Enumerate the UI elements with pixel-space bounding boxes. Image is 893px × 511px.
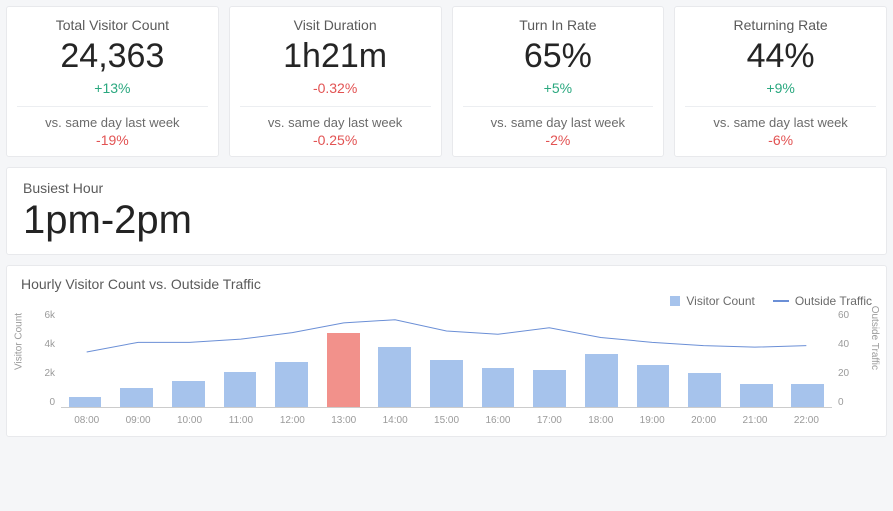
xtick: 12:00 [267, 415, 318, 426]
stat-value: 65% [463, 37, 654, 76]
ytick: 2k [37, 368, 55, 379]
ytick: 60 [838, 310, 856, 321]
x-ticks: 08:0009:0010:0011:0012:0013:0014:0015:00… [61, 415, 832, 426]
stat-card-visit-duration: Visit Duration 1h21m -0.32% vs. same day… [229, 6, 442, 157]
stat-delta: +5% [463, 80, 654, 96]
xtick: 11:00 [215, 415, 266, 426]
chart-card: Hourly Visitor Count vs. Outside Traffic… [6, 265, 887, 437]
y-axis-label-right: Outside Traffic [869, 306, 880, 370]
ytick: 0 [838, 397, 856, 408]
stat-card-turn-in-rate: Turn In Rate 65% +5% vs. same day last w… [452, 6, 665, 157]
ytick: 20 [838, 368, 856, 379]
xtick: 17:00 [524, 415, 575, 426]
compare-delta: -0.25% [240, 132, 431, 148]
stat-delta: +13% [17, 80, 208, 96]
xtick: 21:00 [729, 415, 780, 426]
stat-delta: -0.32% [240, 80, 431, 96]
chart-title: Hourly Visitor Count vs. Outside Traffic [21, 276, 872, 292]
line-overlay [61, 310, 832, 407]
compare-label: vs. same day last week [463, 106, 654, 130]
compare-label: vs. same day last week [685, 106, 876, 130]
legend-label: Outside Traffic [795, 294, 872, 308]
xtick: 22:00 [781, 415, 832, 426]
xtick: 20:00 [678, 415, 729, 426]
busiest-value: 1pm-2pm [23, 196, 870, 244]
stat-card-returning-rate: Returning Rate 44% +9% vs. same day last… [674, 6, 887, 157]
busiest-title: Busiest Hour [23, 180, 870, 196]
ytick: 4k [37, 339, 55, 350]
compare-delta: -19% [17, 132, 208, 148]
ytick: 0 [37, 397, 55, 408]
chart-legend: Visitor Count Outside Traffic [21, 294, 872, 308]
y-axis-label-left: Visitor Count [14, 313, 25, 370]
line-icon [773, 300, 789, 302]
xtick: 19:00 [626, 415, 677, 426]
chart-area: Visitor Count Outside Traffic 6k 4k 2k 0… [21, 310, 872, 430]
xtick: 09:00 [112, 415, 163, 426]
compare-label: vs. same day last week [240, 106, 431, 130]
stat-card-total-visitor: Total Visitor Count 24,363 +13% vs. same… [6, 6, 219, 157]
xtick: 18:00 [575, 415, 626, 426]
stats-row: Total Visitor Count 24,363 +13% vs. same… [6, 6, 887, 157]
legend-item-line: Outside Traffic [773, 294, 872, 308]
xtick: 16:00 [472, 415, 523, 426]
ytick: 6k [37, 310, 55, 321]
ytick: 40 [838, 339, 856, 350]
xtick: 08:00 [61, 415, 112, 426]
plot-area [61, 310, 832, 408]
stat-value: 44% [685, 37, 876, 76]
legend-item-bar: Visitor Count [670, 294, 754, 308]
stat-title: Visit Duration [240, 17, 431, 33]
compare-label: vs. same day last week [17, 106, 208, 130]
xtick: 10:00 [164, 415, 215, 426]
xtick: 13:00 [318, 415, 369, 426]
busiest-hour-card: Busiest Hour 1pm-2pm [6, 167, 887, 255]
compare-delta: -6% [685, 132, 876, 148]
y-ticks-left: 6k 4k 2k 0 [37, 310, 55, 408]
xtick: 14:00 [369, 415, 420, 426]
legend-label: Visitor Count [686, 294, 754, 308]
stat-value: 1h21m [240, 37, 431, 76]
stat-delta: +9% [685, 80, 876, 96]
stat-title: Turn In Rate [463, 17, 654, 33]
outside-traffic-line [87, 320, 807, 352]
xtick: 15:00 [421, 415, 472, 426]
stat-title: Returning Rate [685, 17, 876, 33]
stat-value: 24,363 [17, 37, 208, 76]
square-icon [670, 296, 680, 306]
compare-delta: -2% [463, 132, 654, 148]
y-ticks-right: 60 40 20 0 [838, 310, 856, 408]
stat-title: Total Visitor Count [17, 17, 208, 33]
